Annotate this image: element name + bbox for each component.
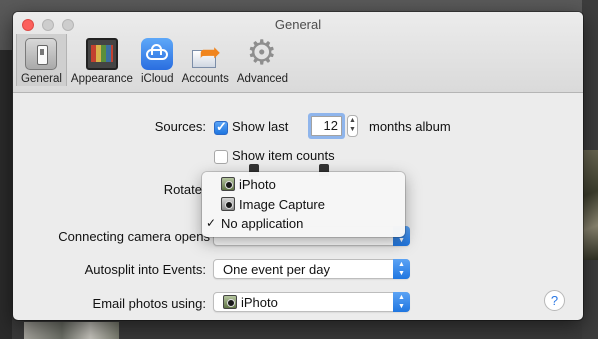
show-last-label: Show last [232,119,289,134]
iphoto-icon [221,177,235,191]
sources-label: Sources: [154,119,206,134]
show-item-counts-label: Show item counts [232,148,335,163]
email-value: iPhoto [241,295,278,310]
email-popup-arrows-icon: ▲ ▼ [393,292,410,312]
tab-general-label: General [21,73,62,85]
tab-accounts-label: Accounts [181,73,229,85]
tab-icloud[interactable]: iCloud [137,34,178,86]
show-item-counts-checkbox[interactable] [214,150,228,164]
tab-advanced[interactable]: Advanced [233,34,292,86]
autosplit-popup[interactable]: One event per day ▲ ▼ [213,259,410,279]
email-label: Email photos using: [92,296,206,311]
preferences-toolbar: General Appearance iCloud Accounts Advan… [16,34,292,90]
general-switch-icon [25,38,58,70]
menu-item-image-capture[interactable]: Image Capture [202,195,405,214]
menu-item-label: No application [221,216,304,231]
months-album-label: months album [369,119,451,134]
background-photo-thumbnail [582,150,598,260]
accounts-icon [189,36,221,70]
icloud-icon [141,38,174,70]
tab-advanced-label: Advanced [236,73,289,85]
camera-label: Connecting camera opens [58,229,210,244]
camera-menu: iPhoto Image Capture ✓ No application [202,172,405,237]
email-popup[interactable]: iPhoto ▲ ▼ [213,292,410,312]
preferences-window: General General Appearance iCloud Accoun… [13,12,583,320]
window-title: General [274,17,322,32]
tab-icloud-label: iCloud [140,73,174,85]
gear-icon [246,34,278,72]
background-sidebar [0,50,12,339]
tab-accounts[interactable]: Accounts [178,34,233,86]
show-last-checkbox[interactable] [214,119,228,135]
appearance-icon [85,38,118,70]
image-capture-icon [221,197,235,211]
email-value-wrap: iPhoto [223,295,278,310]
tab-appearance-label: Appearance [70,73,133,85]
tab-general[interactable]: General [16,34,67,86]
autosplit-label: Autosplit into Events: [84,262,206,277]
autosplit-popup-arrows-icon: ▲ ▼ [393,259,410,279]
autosplit-value: One event per day [223,262,330,277]
help-button[interactable]: ? [544,290,565,311]
window-titlebar: General General Appearance iCloud Accoun… [13,12,583,93]
checkmark-icon: ✓ [206,216,217,230]
months-stepper[interactable]: ▲ ▼ [347,115,358,137]
menu-item-no-application[interactable]: ✓ No application [202,214,405,233]
rotate-label: Rotate [163,182,202,197]
tab-appearance[interactable]: Appearance [67,34,137,86]
menu-item-label: iPhoto [239,177,276,192]
months-field[interactable]: 12 [311,116,342,136]
menu-item-label: Image Capture [239,197,325,212]
iphoto-icon [223,295,237,309]
background-photo-thumbnail-bottom [24,322,119,339]
menu-item-iphoto[interactable]: iPhoto [202,175,405,194]
